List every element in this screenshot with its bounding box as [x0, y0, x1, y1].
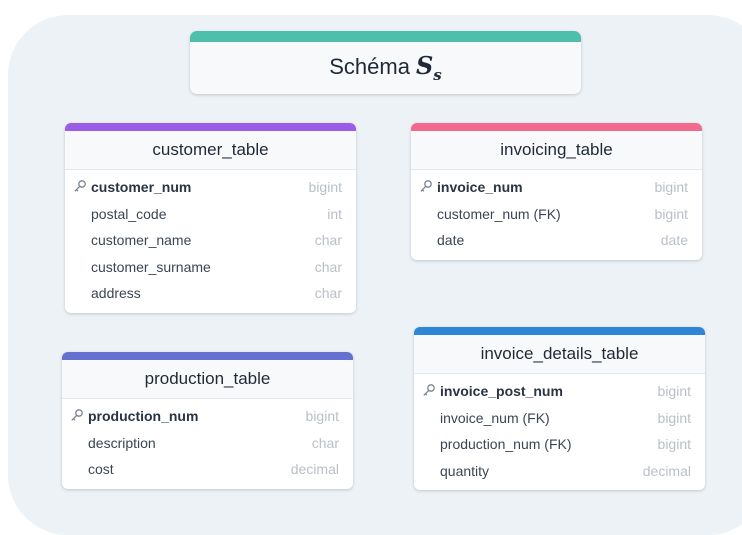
table-column-row[interactable]: production_num bigint — [62, 403, 353, 430]
table-bottom-padding — [414, 484, 705, 490]
column-name: quantity — [440, 462, 490, 479]
column-name: postal_code — [91, 205, 167, 222]
table-column-row[interactable]: invoice_num bigint — [411, 174, 702, 201]
table-card-invoicing[interactable]: invoicing_table invoice_num bigint customer… — [411, 123, 702, 260]
schema-symbol: Ss — [415, 51, 442, 84]
table-column-row[interactable]: production_num (FK) bigint — [414, 431, 705, 458]
table-header-color-bar — [414, 327, 705, 335]
table-bottom-padding — [62, 483, 353, 489]
table-column-row[interactable]: postal_code int — [65, 201, 356, 228]
column-name: customer_num — [91, 179, 192, 195]
table-column-list: production_num bigint description char cost d… — [62, 399, 353, 483]
table-name: invoice_details_table — [414, 335, 705, 374]
column-type: char — [314, 258, 342, 275]
table-column-list: customer_num bigint postal_code int customer… — [65, 170, 356, 307]
table-column-row[interactable]: cost decimal — [62, 456, 353, 483]
primary-key-icon — [71, 409, 83, 421]
table-column-list: invoice_num bigint customer_num (FK) bigint… — [411, 170, 702, 254]
column-name: invoice_num — [437, 179, 523, 195]
table-card-production[interactable]: production_table production_num bigint desc… — [62, 352, 353, 489]
title-accent-bar — [190, 31, 581, 42]
column-type: bigint — [308, 179, 342, 195]
table-column-row[interactable]: customer_num (FK) bigint — [411, 201, 702, 228]
column-type: bigint — [657, 383, 691, 399]
column-type: bigint — [654, 205, 688, 222]
column-type: int — [327, 205, 342, 222]
column-name: customer_num (FK) — [437, 205, 561, 222]
table-column-row[interactable]: date date — [411, 227, 702, 254]
table-card-invoice-details[interactable]: invoice_details_table invoice_post_num big… — [414, 327, 705, 490]
column-type: decimal — [290, 461, 339, 477]
primary-key-icon — [74, 180, 86, 192]
table-name: invoicing_table — [411, 131, 702, 170]
column-name: customer_surname — [91, 258, 211, 275]
column-type: bigint — [657, 409, 691, 426]
column-name: production_num (FK) — [440, 436, 572, 452]
table-header-color-bar — [65, 123, 356, 131]
table-column-list: invoice_post_num bigint invoice_num (FK) bi… — [414, 374, 705, 484]
table-column-row[interactable]: customer_surname char — [65, 254, 356, 281]
table-column-row[interactable]: description char — [62, 430, 353, 457]
table-card-customer[interactable]: customer_table customer_num bigint postal_c… — [65, 123, 356, 313]
column-type: bigint — [654, 179, 688, 195]
table-column-row[interactable]: customer_name char — [65, 227, 356, 254]
table-column-row[interactable]: address char — [65, 280, 356, 307]
table-bottom-padding — [65, 307, 356, 313]
column-name: address — [91, 285, 141, 301]
primary-key-icon — [420, 180, 432, 192]
table-header-color-bar — [411, 123, 702, 131]
column-name: description — [88, 434, 156, 451]
column-name: date — [437, 232, 465, 248]
table-name: customer_table — [65, 131, 356, 170]
column-name: production_num — [88, 408, 199, 424]
column-type: char — [314, 285, 342, 301]
column-type: bigint — [657, 436, 691, 452]
column-type: char — [314, 232, 342, 248]
table-header-color-bar — [62, 352, 353, 360]
schema-symbol-subscript: s — [433, 65, 442, 84]
column-type: char — [311, 434, 339, 451]
primary-key-icon — [423, 384, 435, 396]
table-column-row[interactable]: invoice_num (FK) bigint — [414, 405, 705, 432]
schema-title: Schéma Ss — [190, 42, 581, 94]
table-column-row[interactable]: invoice_post_num bigint — [414, 378, 705, 405]
schema-symbol-letter: S — [415, 51, 434, 80]
table-name: production_table — [62, 360, 353, 399]
column-name: invoice_post_num — [440, 383, 563, 399]
column-type: date — [660, 232, 688, 248]
table-column-row[interactable]: quantity decimal — [414, 458, 705, 485]
column-name: cost — [88, 461, 114, 477]
table-column-row[interactable]: customer_num bigint — [65, 174, 356, 201]
column-name: invoice_num (FK) — [440, 409, 550, 426]
column-name: customer_name — [91, 232, 192, 248]
schema-title-box: Schéma Ss — [190, 31, 581, 94]
schema-title-text: Schéma — [329, 54, 410, 79]
column-type: bigint — [305, 408, 339, 424]
table-bottom-padding — [411, 254, 702, 260]
column-type: decimal — [642, 462, 691, 479]
